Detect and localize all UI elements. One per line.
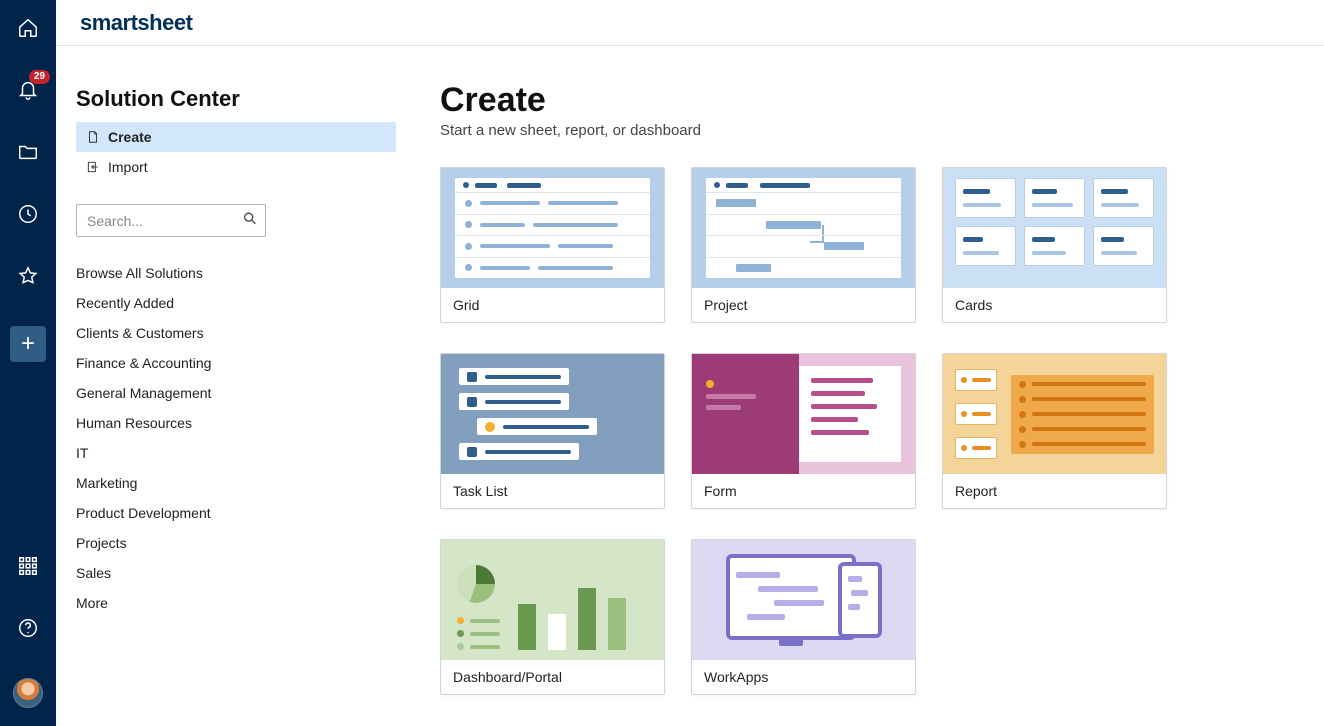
create-button[interactable]: + (10, 326, 46, 362)
apps-icon[interactable] (16, 554, 40, 578)
category-more[interactable]: More (76, 595, 396, 611)
category-clients[interactable]: Clients & Customers (76, 325, 396, 341)
category-general-mgmt[interactable]: General Management (76, 385, 396, 401)
notifications-icon[interactable]: 29 (16, 78, 40, 102)
card-label: Form (692, 474, 915, 508)
search-icon (242, 210, 258, 231)
category-browse-all[interactable]: Browse All Solutions (76, 265, 396, 281)
card-label: Report (943, 474, 1166, 508)
preview-report (943, 354, 1166, 474)
template-card-dashboard[interactable]: Dashboard/Portal (440, 539, 665, 695)
import-icon (86, 160, 100, 174)
card-label: WorkApps (692, 660, 915, 694)
card-label: Dashboard/Portal (441, 660, 664, 694)
brand-logo[interactable]: smartsheet (80, 10, 192, 36)
sidebar-item-label: Create (108, 129, 152, 145)
folder-icon[interactable] (16, 140, 40, 164)
template-card-cards[interactable]: Cards (942, 167, 1167, 323)
category-marketing[interactable]: Marketing (76, 475, 396, 491)
preview-cards (943, 168, 1166, 288)
favorites-icon[interactable] (16, 264, 40, 288)
category-product-dev[interactable]: Product Development (76, 505, 396, 521)
create-panel: Create Start a new sheet, report, or das… (440, 46, 1324, 726)
template-card-form[interactable]: Form (691, 353, 916, 509)
page-title: Create (440, 81, 1294, 120)
preview-form (692, 354, 915, 474)
sidebar-item-create[interactable]: Create (76, 122, 396, 152)
sidebar-item-label: Import (108, 159, 148, 175)
card-label: Task List (441, 474, 664, 508)
preview-workapps (692, 540, 915, 660)
category-finance[interactable]: Finance & Accounting (76, 355, 396, 371)
preview-dashboard (441, 540, 664, 660)
sidebar-item-import[interactable]: Import (76, 152, 396, 182)
template-card-grid[interactable]: Grid (440, 167, 665, 323)
help-icon[interactable] (16, 616, 40, 640)
category-recently-added[interactable]: Recently Added (76, 295, 396, 311)
user-avatar[interactable] (13, 678, 43, 708)
solution-center-sidebar: Solution Center Create Import (56, 46, 440, 726)
preview-grid (441, 168, 664, 288)
preview-task-list (441, 354, 664, 474)
card-label: Grid (441, 288, 664, 322)
card-label: Project (692, 288, 915, 322)
category-hr[interactable]: Human Resources (76, 415, 396, 431)
category-it[interactable]: IT (76, 445, 396, 461)
home-icon[interactable] (16, 16, 40, 40)
sheet-icon (86, 130, 100, 144)
card-label: Cards (943, 288, 1166, 322)
notifications-badge: 29 (29, 70, 50, 84)
template-card-report[interactable]: Report (942, 353, 1167, 509)
template-card-workapps[interactable]: WorkApps (691, 539, 916, 695)
sidebar-title: Solution Center (76, 86, 396, 112)
category-sales[interactable]: Sales (76, 565, 396, 581)
nav-rail: 29 + (0, 0, 56, 726)
template-card-task-list[interactable]: Task List (440, 353, 665, 509)
preview-project (692, 168, 915, 288)
search-input[interactable] (76, 204, 266, 237)
recents-icon[interactable] (16, 202, 40, 226)
page-subtitle: Start a new sheet, report, or dashboard (440, 122, 1294, 139)
template-card-project[interactable]: Project (691, 167, 916, 323)
category-projects[interactable]: Projects (76, 535, 396, 551)
